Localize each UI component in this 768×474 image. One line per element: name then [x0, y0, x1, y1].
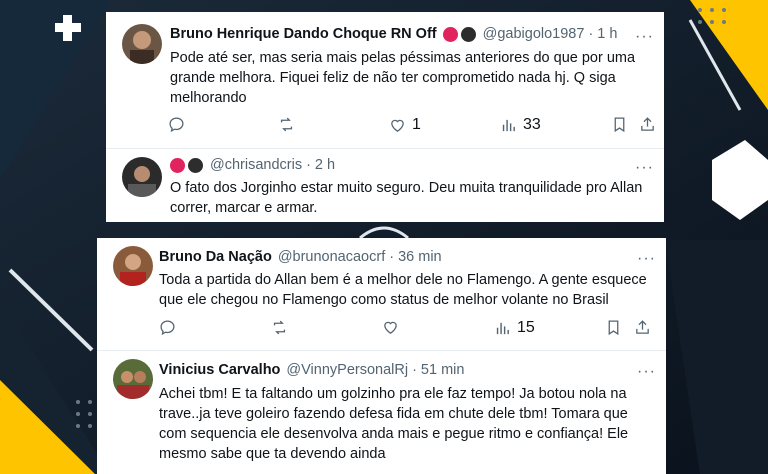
tweet-header: @chrisandcris · 2 h [170, 157, 335, 173]
avatar[interactable] [122, 24, 162, 64]
retweet-button[interactable] [278, 116, 295, 133]
separator-dot: · [389, 249, 395, 265]
tweet-bruno-henrique[interactable]: Bruno Henrique Dando Choque RN Off @gabi… [106, 12, 664, 143]
separator-dot: · [588, 26, 594, 42]
views-button[interactable]: 15 [494, 319, 535, 337]
handle[interactable]: @gabigolo1987 [483, 26, 585, 42]
display-name[interactable]: Bruno Da Nação [159, 249, 272, 265]
avatar[interactable] [113, 359, 153, 399]
share-icon [636, 320, 649, 334]
more-options-icon[interactable]: ··· [635, 29, 654, 45]
separator-dot: · [412, 362, 417, 378]
dark-badge-icon [460, 26, 476, 42]
dark-badge-icon [188, 157, 203, 173]
tweet-bruno-da-nacao[interactable]: Bruno Da Nação @brunonacaocrf · 36 min ·… [97, 238, 666, 346]
red-badge-icon [170, 157, 185, 173]
tweet-text: Achei tbm! E ta faltando um golzinho pra… [159, 386, 629, 462]
bookmark-icon [608, 320, 619, 336]
retweet-icon [280, 117, 293, 132]
red-badge-icon [442, 26, 458, 42]
tweet-header: Vinicius Carvalho @VinnyPersonalRj · 51 … [159, 362, 464, 378]
tweet-vinicius-carvalho[interactable]: Vinicius Carvalho @VinnyPersonalRj · 51 … [97, 351, 666, 474]
display-name[interactable]: Vinicius Carvalho [159, 362, 280, 378]
bottom-card: Bruno Da Nação @brunonacaocrf · 36 min ·… [97, 238, 666, 474]
tweet-text: Pode até ser, mas seria mais pelas péssi… [170, 50, 636, 106]
retweet-icon [273, 320, 286, 335]
tweet-header: Bruno Da Nação @brunonacaocrf · 36 min [159, 249, 442, 265]
timestamp[interactable]: 1 h [597, 26, 617, 42]
reply-icon [169, 117, 184, 133]
display-name[interactable]: Bruno Henrique Dando Choque RN Off [170, 26, 437, 42]
tweet-header: Bruno Henrique Dando Choque RN Off @gabi… [170, 26, 617, 42]
reply-icon [160, 320, 175, 336]
view-count: 33 [523, 116, 541, 133]
reply-button[interactable] [159, 319, 176, 336]
more-options-icon[interactable]: ··· [635, 160, 654, 176]
handle[interactable]: @chrisandcris [210, 157, 302, 173]
share-icon [641, 117, 654, 131]
retweet-button[interactable] [271, 319, 288, 336]
like-button[interactable]: 1 [389, 116, 421, 134]
avatar[interactable] [113, 246, 153, 286]
heart-icon [391, 119, 404, 132]
bookmark-button[interactable] [611, 116, 628, 133]
view-count: 15 [517, 319, 535, 336]
handle[interactable]: @brunonacaocrf [278, 249, 385, 265]
tweet-text: Toda a partida do Allan bem é a melhor d… [159, 272, 647, 308]
share-button[interactable] [634, 319, 651, 336]
timestamp[interactable]: 2 h [315, 157, 335, 173]
views-button[interactable]: 33 [500, 116, 541, 134]
separator-dot: · [306, 157, 311, 173]
like-count: 1 [412, 116, 421, 133]
top-card: Bruno Henrique Dando Choque RN Off @gabi… [106, 12, 664, 222]
timestamp[interactable]: 36 min [398, 249, 442, 265]
more-options-icon[interactable]: ··· [637, 364, 656, 380]
share-button[interactable] [639, 116, 656, 133]
bookmark-icon [614, 117, 625, 133]
like-button[interactable] [382, 319, 399, 336]
more-options-icon[interactable]: ··· [637, 251, 656, 267]
handle[interactable]: @VinnyPersonalRj [286, 362, 408, 378]
views-chart-icon [502, 119, 515, 131]
bookmark-button[interactable] [605, 319, 622, 336]
views-chart-icon [496, 322, 509, 334]
heart-icon [384, 321, 397, 334]
avatar[interactable] [122, 157, 162, 197]
reply-button[interactable] [168, 116, 185, 133]
tweet-text: O fato dos Jorginho estar muito seguro. … [170, 180, 643, 216]
tweet-chrisandcris[interactable]: @chrisandcris · 2 h ··· O fato dos Jorgi… [106, 149, 664, 222]
timestamp[interactable]: 51 min [421, 362, 465, 378]
